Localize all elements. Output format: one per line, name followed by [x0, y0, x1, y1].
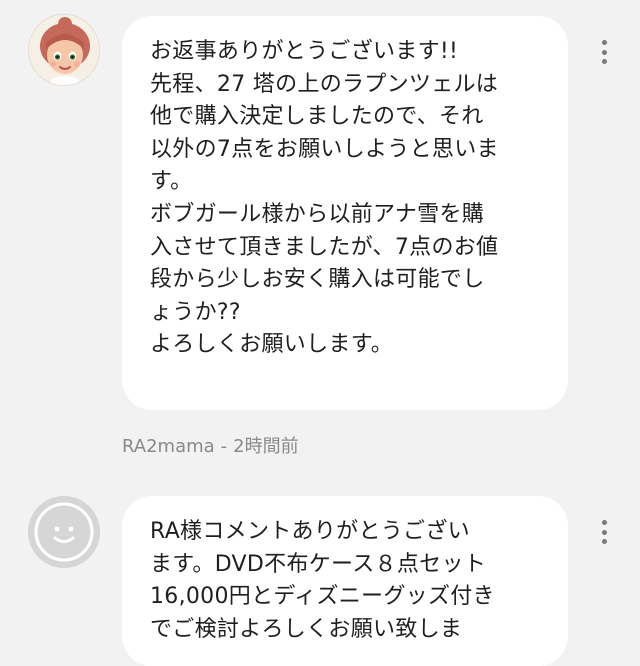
comment-text: お返事ありがとうございます!! 先程、27 塔の上のラプンツェルは 他で購入決定…	[150, 39, 499, 358]
user-avatar[interactable]	[28, 14, 100, 86]
doll-face-avatar-icon	[29, 15, 99, 85]
comment-text: RA様コメントありがとうござい ます。DVD不布ケース８点セット 16,000円…	[150, 519, 495, 642]
comment-author[interactable]: RA2mama	[122, 436, 215, 457]
comment-bubble: お返事ありがとうございます!! 先程、27 塔の上のラプンツェルは 他で購入決定…	[122, 16, 568, 410]
comment-meta: RA2mama -2時間前	[122, 436, 299, 457]
comment-time: 2時間前	[233, 436, 299, 457]
comment-bubble: RA様コメントありがとうござい ます。DVD不布ケース８点セット 16,000円…	[122, 496, 568, 666]
default-smiley-avatar-icon	[28, 496, 100, 568]
more-vertical-icon[interactable]	[596, 520, 612, 544]
more-vertical-icon[interactable]	[596, 40, 612, 64]
user-avatar[interactable]	[28, 496, 100, 568]
